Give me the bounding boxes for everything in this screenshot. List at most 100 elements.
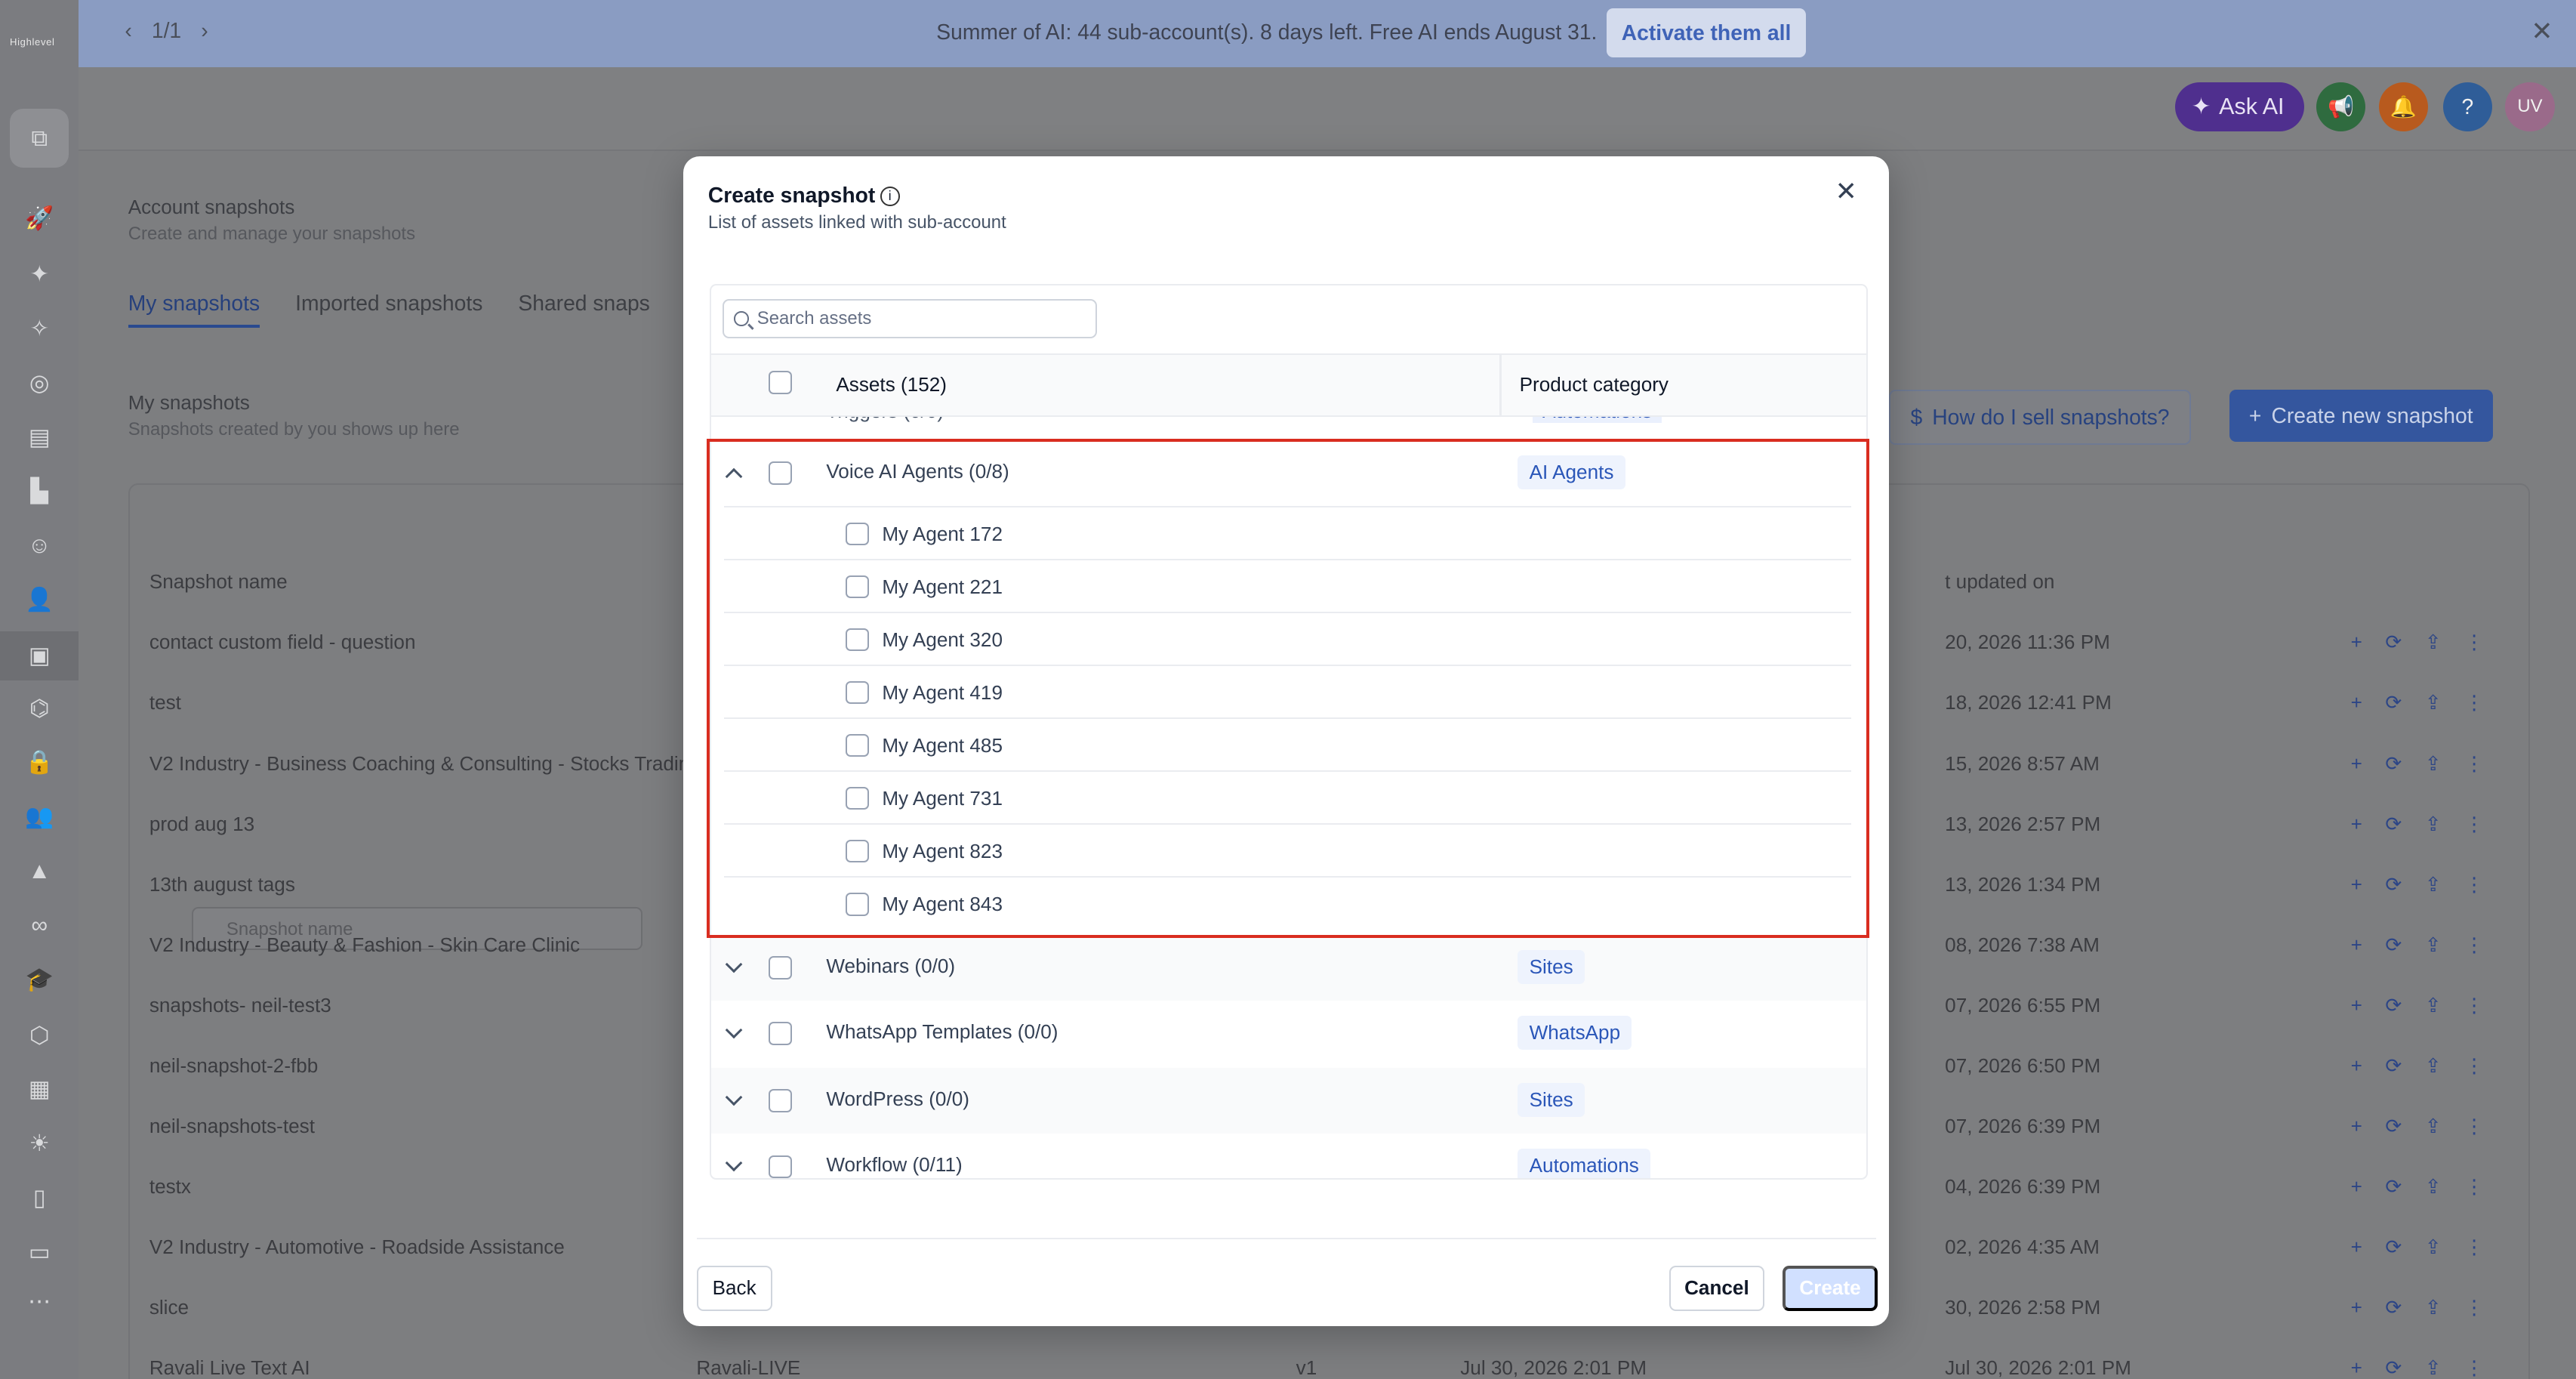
snapshot-row-name[interactable]: test <box>149 691 181 714</box>
graduation-icon[interactable]: 🎓 <box>20 960 59 999</box>
handshake-icon[interactable]: ∞ <box>20 905 59 945</box>
chevron-up-icon[interactable] <box>724 463 744 483</box>
bell-icon[interactable]: 🔔 <box>2378 82 2429 132</box>
agent-row[interactable]: My Agent 419 <box>724 665 1852 719</box>
group-checkbox[interactable] <box>769 461 792 485</box>
snapshot-row-name[interactable]: neil-snapshots-test <box>149 1115 315 1138</box>
tab-shared-snapshots[interactable]: Shared snaps <box>518 291 649 315</box>
row-actions[interactable]: +⟳⇪⋮ <box>2351 1054 2507 1078</box>
sitemap-icon[interactable]: ⌬ <box>20 689 59 728</box>
snapshot-row-name[interactable]: snapshots- neil-test3 <box>149 994 331 1017</box>
agent-checkbox[interactable] <box>846 575 869 599</box>
shapes-icon[interactable]: ▲ <box>20 851 59 890</box>
cube-icon[interactable]: ⬡ <box>20 1016 59 1055</box>
chevron-right-icon[interactable]: › <box>201 18 208 42</box>
sparkle-icon[interactable]: ✦ <box>20 255 59 294</box>
megaphone-icon[interactable]: 📢 <box>2316 82 2366 132</box>
asset-search[interactable] <box>723 298 1098 339</box>
row-actions[interactable]: +⟳⇪⋮ <box>2351 994 2507 1017</box>
close-icon[interactable]: ✕ <box>2531 17 2553 47</box>
target-icon[interactable]: ◎ <box>20 363 59 403</box>
avatar[interactable]: UV <box>2505 82 2555 132</box>
col-product-category: Product category <box>1519 372 1669 396</box>
more-icon[interactable]: ⋯ <box>20 1282 59 1321</box>
create-new-snapshot-button[interactable]: + Create new snapshot <box>2229 389 2493 443</box>
user-icon[interactable]: 👤 <box>20 580 59 619</box>
desktop-icon[interactable]: ▭ <box>20 1232 59 1272</box>
snapshots-icon[interactable]: ▣ <box>20 636 59 675</box>
snapshot-row-name[interactable]: prod aug 13 <box>149 813 254 836</box>
snapshot-row-name[interactable]: V2 Industry - Beauty & Fashion - Skin Ca… <box>149 933 580 957</box>
snapshot-row-name[interactable]: contact custom field - question <box>149 631 416 654</box>
group-checkbox[interactable] <box>769 1022 792 1045</box>
group-checkbox[interactable] <box>769 956 792 979</box>
snapshot-row-name[interactable]: 13th august tags <box>149 873 295 896</box>
contacts-icon[interactable]: ☺ <box>20 526 59 565</box>
agent-row[interactable]: My Agent 172 <box>724 506 1852 560</box>
help-button[interactable]: ? <box>2442 82 2492 132</box>
agent-checkbox[interactable] <box>846 840 869 863</box>
dashboard-icon[interactable]: ▤ <box>20 418 59 457</box>
row-actions[interactable]: +⟳⇪⋮ <box>2351 1175 2507 1199</box>
snapshot-row-name[interactable]: V2 Industry - Business Coaching & Consul… <box>149 752 771 776</box>
agent-row[interactable]: My Agent 843 <box>724 876 1852 930</box>
agent-checkbox[interactable] <box>846 893 869 916</box>
store-icon[interactable]: ▦ <box>20 1070 59 1109</box>
row-actions[interactable]: +⟳⇪⋮ <box>2351 1296 2507 1319</box>
team-icon[interactable]: 👥 <box>20 797 59 836</box>
group-checkbox[interactable] <box>769 1089 792 1112</box>
lightbulb-icon[interactable]: ☀ <box>20 1124 59 1163</box>
launchpad-icon[interactable]: 🚀 <box>20 199 59 238</box>
row-actions[interactable]: +⟳⇪⋮ <box>2351 631 2507 654</box>
snapshot-row-name[interactable]: slice <box>149 1296 189 1319</box>
agent-checkbox[interactable] <box>846 522 869 546</box>
chevron-down-icon[interactable] <box>724 958 744 977</box>
row-actions[interactable]: +⟳⇪⋮ <box>2351 1115 2507 1138</box>
row-actions[interactable]: +⟳⇪⋮ <box>2351 933 2507 957</box>
row-actions[interactable]: +⟳⇪⋮ <box>2351 691 2507 714</box>
asset-search-input[interactable] <box>756 307 1070 329</box>
row-actions[interactable]: +⟳⇪⋮ <box>2351 1356 2507 1378</box>
info-icon[interactable]: i <box>880 187 900 207</box>
agent-row[interactable]: My Agent 320 <box>724 612 1852 666</box>
row-actions[interactable]: +⟳⇪⋮ <box>2351 813 2507 836</box>
snapshot-row-name[interactable]: V2 Industry - Automotive - Roadside Assi… <box>149 1236 565 1259</box>
create-button[interactable]: Create <box>1782 1265 1878 1312</box>
section-title: My snapshots <box>128 390 250 414</box>
activate-all-button[interactable]: Activate them all <box>1607 8 1806 58</box>
snapshot-row-name[interactable]: neil-snapshot-2-fbb <box>149 1054 319 1078</box>
row-actions[interactable]: +⟳⇪⋮ <box>2351 873 2507 896</box>
agent-row[interactable]: My Agent 485 <box>724 717 1852 772</box>
row-actions[interactable]: +⟳⇪⋮ <box>2351 752 2507 776</box>
agent-checkbox[interactable] <box>846 733 869 757</box>
snapshot-row-date: 18, 2026 12:41 PM <box>1945 691 2112 714</box>
agent-label: My Agent 419 <box>882 680 1003 704</box>
row-actions[interactable]: +⟳⇪⋮ <box>2351 1236 2507 1259</box>
ask-ai-button[interactable]: ✦ Ask AI <box>2175 82 2304 132</box>
chevron-down-icon[interactable] <box>724 1091 744 1111</box>
chevron-down-icon[interactable] <box>724 1157 744 1177</box>
account-switcher-icon[interactable]: ⧉ <box>10 108 69 168</box>
chevron-left-icon[interactable]: ‹ <box>125 18 131 42</box>
agent-row[interactable]: My Agent 731 <box>724 770 1852 825</box>
close-icon[interactable]: ✕ <box>1835 178 1857 205</box>
agent-row[interactable]: My Agent 823 <box>724 823 1852 878</box>
mobile-icon[interactable]: ▯ <box>20 1178 59 1217</box>
chevron-down-icon[interactable] <box>724 1023 744 1043</box>
reporting-icon[interactable]: ▙ <box>20 472 59 511</box>
ai-icon[interactable]: ✧ <box>20 309 59 348</box>
tab-imported-snapshots[interactable]: Imported snapshots <box>295 291 482 315</box>
snapshot-row-name[interactable]: testx <box>149 1175 191 1199</box>
back-button[interactable]: Back <box>696 1265 772 1312</box>
tab-my-snapshots[interactable]: My snapshots <box>128 291 260 329</box>
group-checkbox[interactable] <box>769 1155 792 1178</box>
how-sell-snapshots-button[interactable]: $ How do I sell snapshots? <box>1889 389 2191 446</box>
cancel-button[interactable]: Cancel <box>1669 1265 1764 1312</box>
agent-row[interactable]: My Agent 221 <box>724 559 1852 613</box>
agent-checkbox[interactable] <box>846 628 869 652</box>
agent-checkbox[interactable] <box>846 680 869 705</box>
lock-icon[interactable]: 🔒 <box>20 743 59 782</box>
agent-checkbox[interactable] <box>846 786 869 810</box>
select-all-checkbox[interactable] <box>769 371 792 394</box>
snapshot-row-name[interactable]: Ravali Live Text AI <box>149 1356 310 1378</box>
